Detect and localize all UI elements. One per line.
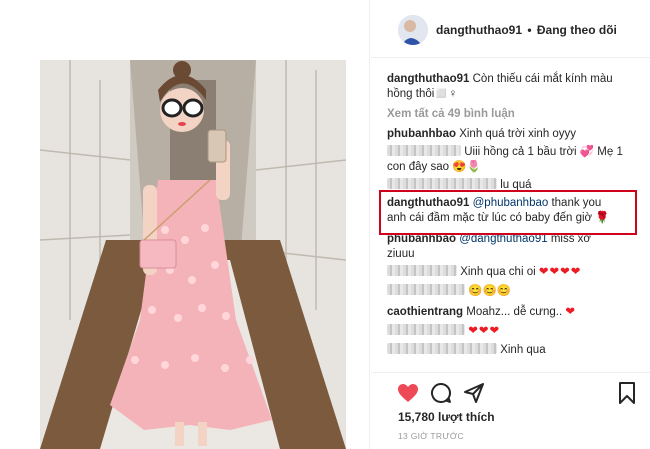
comment-username[interactable]: caothientrang bbox=[387, 306, 463, 318]
header-username-row: dangthuthao91 • Đang theo dõi bbox=[436, 23, 617, 37]
blurred-username bbox=[387, 178, 497, 189]
comment-item-continued: ziuuu bbox=[387, 247, 637, 262]
heart-emoji-icon: ❤ bbox=[565, 306, 577, 318]
blurred-username bbox=[387, 284, 465, 295]
comment-text: Xinh quá trời xinh oyyy bbox=[459, 128, 577, 140]
view-all-comments-text: Xem tất cả 49 bình luận bbox=[387, 108, 515, 120]
share-arrow-icon[interactable] bbox=[462, 381, 486, 405]
comment-item: Xinh qua chi oi ❤❤❤❤ bbox=[387, 265, 637, 280]
post-timestamp[interactable]: 13 GIỜ TRƯỚC bbox=[398, 431, 464, 441]
comment-item: phubanhbao Xinh quá trời xinh oyyy bbox=[387, 127, 637, 142]
blurred-username bbox=[387, 145, 461, 156]
comment-item: caothientrang Moahz... dễ cưng.. ❤ bbox=[387, 305, 637, 320]
post-photo[interactable] bbox=[40, 60, 346, 449]
blurred-username bbox=[387, 343, 497, 354]
heart-filled-icon[interactable] bbox=[396, 381, 420, 405]
comment-text: Xinh qua chi oi bbox=[460, 266, 536, 278]
post-photo-illustration bbox=[40, 60, 346, 449]
blurred-username bbox=[387, 265, 457, 276]
comment-text: Xinh qua bbox=[500, 344, 546, 356]
comment-item: ❤❤❤ bbox=[387, 324, 637, 339]
comment-item-continued: con đây sao 😍🌷 bbox=[387, 160, 637, 175]
follow-status[interactable]: Đang theo dõi bbox=[537, 23, 617, 37]
blurred-username bbox=[387, 324, 465, 335]
bookmark-icon[interactable] bbox=[615, 381, 639, 405]
photo-panel bbox=[0, 0, 370, 449]
highlight-box bbox=[379, 190, 637, 235]
comment-bubble-icon[interactable] bbox=[429, 381, 453, 405]
caption-username[interactable]: dangthuthao91 bbox=[387, 73, 469, 85]
comment-username[interactable]: phubanhbao bbox=[387, 128, 456, 140]
caption: dangthuthao91 Còn thiếu cái mắt kính màu… bbox=[387, 72, 637, 102]
header-separator-dot: • bbox=[524, 23, 535, 37]
comment-text: con đây sao 😍🌷 bbox=[387, 161, 481, 173]
comment-item: Uiii hồng cả 1 bầu trời 💞 Mẹ 1 bbox=[387, 145, 637, 160]
post-side-panel: dangthuthao91 • Đang theo dõi dangthutha… bbox=[371, 0, 650, 449]
like-count[interactable]: 15,780 lượt thích bbox=[398, 410, 495, 424]
comment-text: 😊😊😊 bbox=[468, 285, 512, 297]
comment-text: ziuuu bbox=[387, 248, 415, 260]
post-header: dangthuthao91 • Đang theo dõi bbox=[371, 0, 650, 58]
comment-text: Uiii hồng cả 1 bầu trời 💞 Mẹ 1 bbox=[464, 146, 623, 158]
comment-item: 😊😊😊 bbox=[387, 284, 637, 299]
avatar[interactable] bbox=[398, 15, 428, 45]
header-username[interactable]: dangthuthao91 bbox=[436, 23, 522, 37]
post-actions: 15,780 lượt thích 13 GIỜ TRƯỚC bbox=[371, 372, 650, 449]
hearts-emoji-icon: ❤❤❤ bbox=[468, 325, 501, 337]
comment-item: Xinh qua bbox=[387, 343, 637, 358]
hearts-emoji-icon: ❤❤❤❤ bbox=[538, 266, 582, 278]
avatar-image bbox=[398, 15, 428, 45]
view-all-comments-link[interactable]: Xem tất cả 49 bình luận bbox=[387, 107, 637, 122]
comment-text: Moahz... dễ cưng.. bbox=[466, 306, 563, 318]
